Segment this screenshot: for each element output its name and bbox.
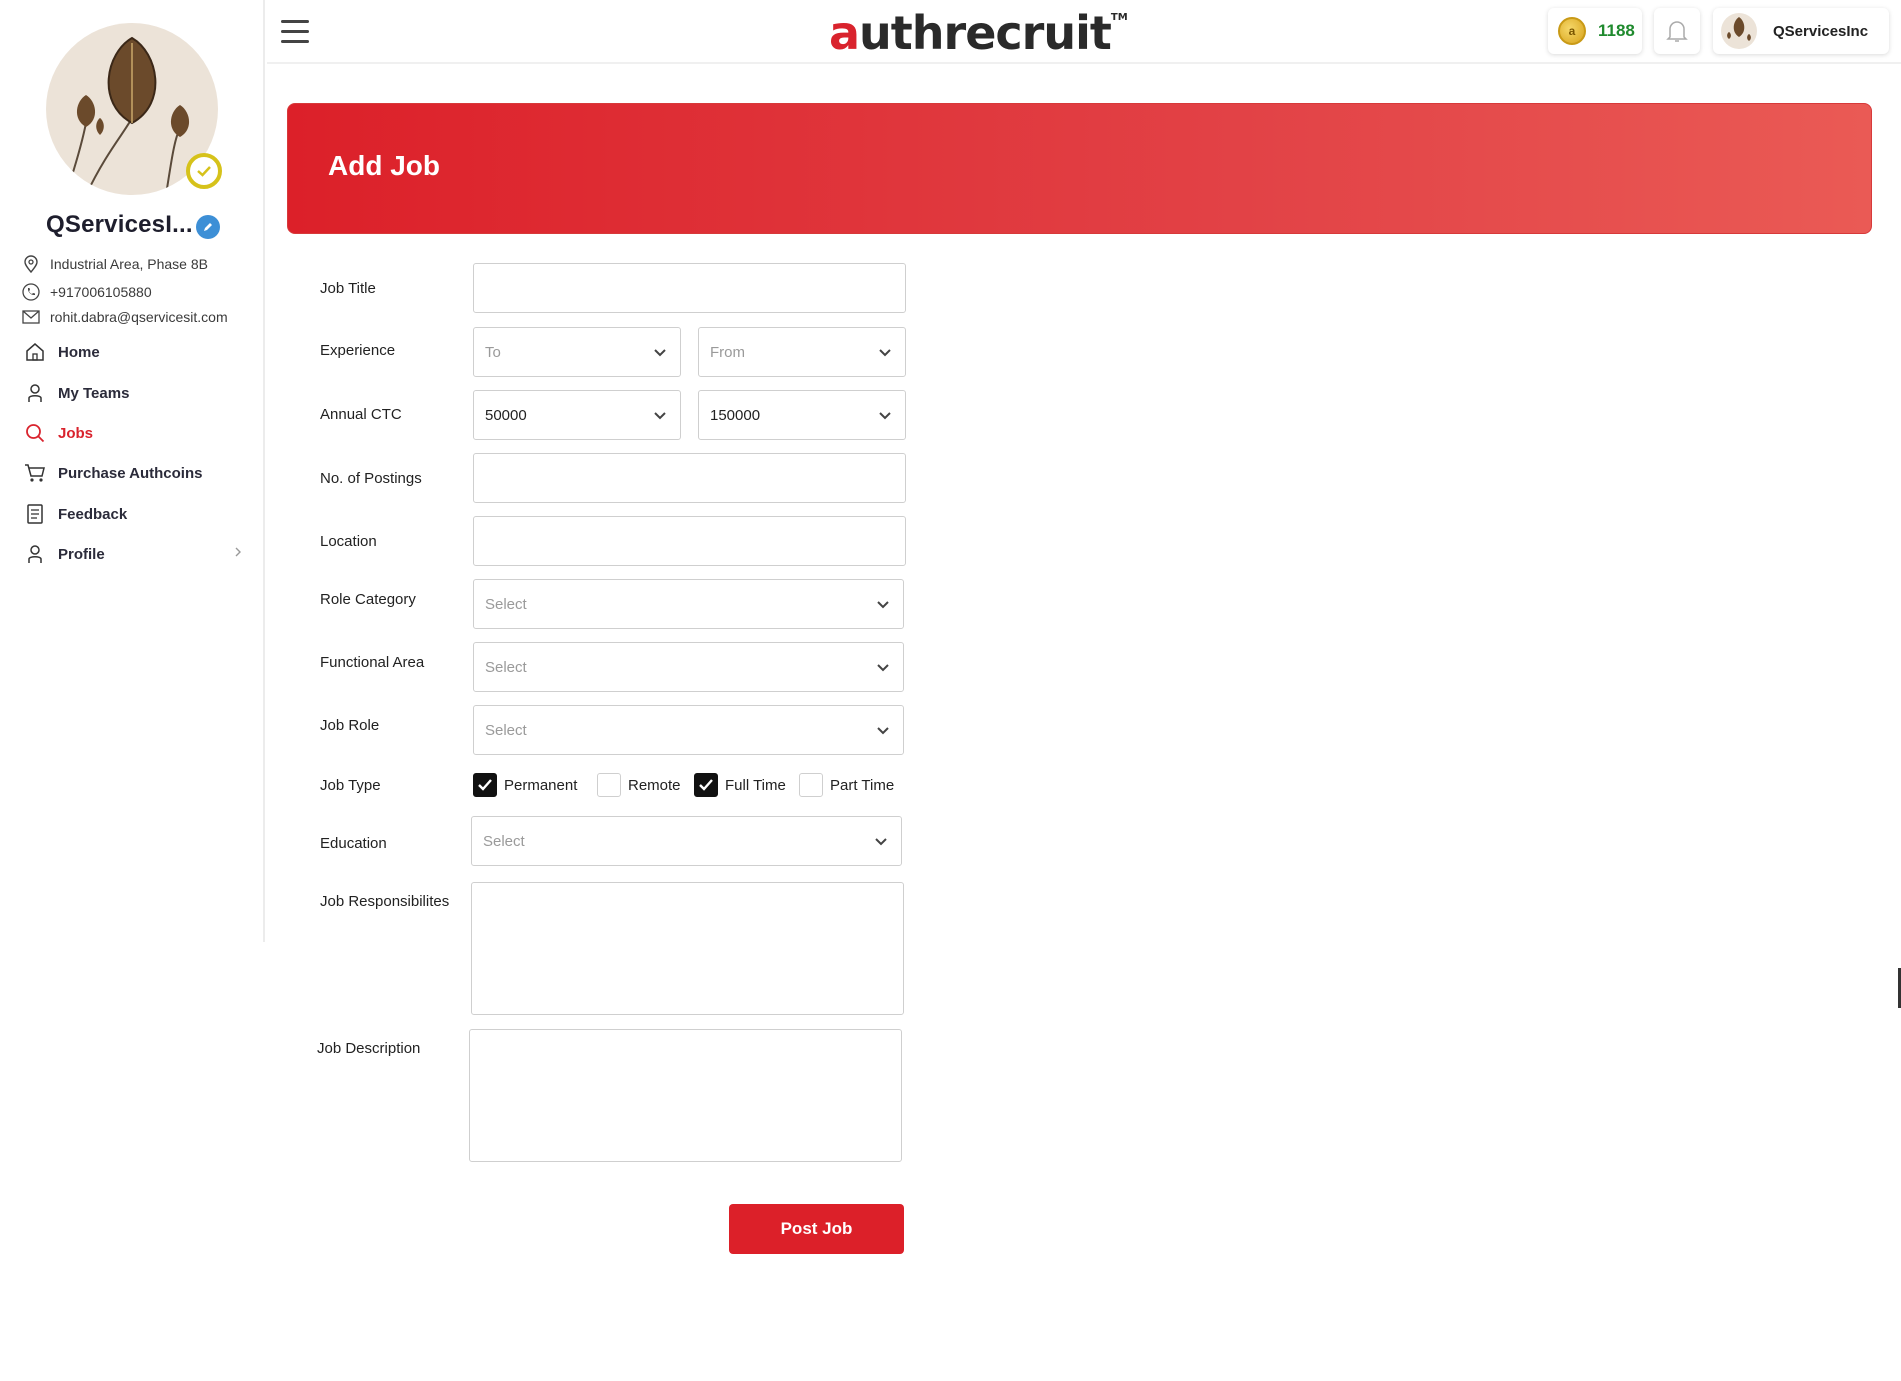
top-bar: authrecruitTM a 1188 QServicesInc — [267, 0, 1901, 64]
location-label: Location — [320, 533, 377, 550]
nav-home[interactable]: Home — [24, 341, 242, 363]
job-responsibilities-textarea[interactable] — [471, 882, 904, 1015]
experience-to-value: To — [485, 343, 501, 361]
experience-label: Experience — [320, 342, 396, 359]
role-category-value: Select — [485, 595, 527, 613]
education-value: Select — [483, 832, 525, 850]
nav-feedback-label: Feedback — [58, 505, 128, 523]
job-role-label: Job Role — [320, 717, 380, 734]
job-title-label: Job Title — [320, 280, 376, 297]
email-row: rohit.dabra@qservicesit.com — [21, 307, 228, 327]
user-icon — [24, 543, 46, 565]
ctc-min-value: 50000 — [485, 406, 527, 424]
ctc-min-select[interactable]: 50000 — [473, 390, 681, 440]
education-select[interactable]: Select — [471, 816, 902, 866]
remote-label: Remote — [628, 777, 681, 794]
page-title: Add Job — [328, 150, 440, 181]
mail-icon — [21, 307, 41, 327]
cart-icon — [24, 462, 46, 484]
phone-text: +917006105880 — [50, 284, 152, 300]
job-role-select[interactable]: Select — [473, 705, 904, 755]
functional-area-value: Select — [485, 658, 527, 676]
org-name: QServicesI... — [46, 211, 193, 238]
chevron-down-icon — [875, 838, 887, 846]
phone-row: +917006105880 — [21, 282, 152, 302]
nav-home-label: Home — [58, 343, 100, 361]
user-icon — [24, 382, 46, 404]
nav-profile-label: Profile — [58, 545, 105, 563]
location-input[interactable] — [473, 516, 906, 566]
education-label: Education — [320, 835, 387, 852]
chevron-right-icon — [234, 545, 242, 561]
experience-from-value: From — [710, 343, 745, 361]
email-text: rohit.dabra@qservicesit.com — [50, 309, 228, 325]
ctc-max-select[interactable]: 150000 — [698, 390, 906, 440]
chevron-down-icon — [879, 412, 891, 420]
checkmark-icon — [699, 779, 713, 791]
postings-input[interactable] — [473, 453, 906, 503]
authcoins-balance[interactable]: a 1188 — [1548, 8, 1642, 54]
chevron-down-icon — [654, 412, 666, 420]
address-row: Industrial Area, Phase 8B — [21, 254, 208, 274]
location-pin-icon — [21, 254, 41, 274]
role-category-select[interactable]: Select — [473, 579, 904, 629]
nav-purchase-authcoins[interactable]: Purchase Authcoins — [24, 462, 242, 484]
experience-from-select[interactable]: From — [698, 327, 906, 377]
chevron-down-icon — [877, 664, 889, 672]
job-description-textarea[interactable] — [469, 1029, 902, 1162]
nav-purchase-authcoins-label: Purchase Authcoins — [58, 464, 203, 482]
page-banner: Add Job — [287, 103, 1872, 234]
ctc-max-value: 150000 — [710, 406, 761, 424]
chevron-down-icon — [877, 601, 889, 609]
experience-to-select[interactable]: To — [473, 327, 681, 377]
permanent-checkbox[interactable] — [473, 773, 497, 797]
job-title-input[interactable] — [473, 263, 906, 313]
functional-area-select[interactable]: Select — [473, 642, 904, 692]
role-category-label: Role Category — [320, 591, 416, 608]
postings-label: No. of Postings — [320, 470, 422, 487]
nav-my-teams[interactable]: My Teams — [24, 382, 242, 404]
job-description-label: Job Description — [317, 1040, 421, 1057]
nav-profile[interactable]: Profile — [24, 543, 242, 565]
nav-jobs-label: Jobs — [58, 424, 94, 442]
functional-area-label: Functional Area — [320, 654, 425, 671]
coin-count: 1188 — [1598, 21, 1635, 40]
job-responsibilities-label: Job Responsibilites — [320, 893, 450, 910]
home-icon — [24, 341, 46, 363]
notifications-bell-icon[interactable] — [1654, 8, 1700, 54]
phone-icon — [21, 282, 41, 302]
chevron-down-icon — [654, 349, 666, 357]
profile-avatar[interactable] — [46, 23, 222, 195]
job-role-value: Select — [485, 721, 527, 739]
search-icon — [24, 422, 46, 444]
brand-logo[interactable]: authrecruitTM — [829, 6, 1128, 60]
job-type-label: Job Type — [320, 777, 381, 794]
document-icon — [24, 503, 46, 525]
chevron-down-icon — [879, 349, 891, 357]
coin-icon: a — [1558, 17, 1586, 45]
part-time-checkbox[interactable] — [799, 773, 823, 797]
menu-toggle-icon[interactable] — [281, 20, 309, 44]
full-time-checkbox[interactable] — [694, 773, 718, 797]
nav-jobs[interactable]: Jobs — [24, 422, 242, 444]
full-time-label: Full Time — [725, 777, 786, 794]
edit-profile-icon[interactable] — [196, 215, 220, 239]
user-menu[interactable]: QServicesInc — [1713, 8, 1889, 54]
remote-checkbox[interactable] — [597, 773, 621, 797]
post-job-button[interactable]: Post Job — [729, 1204, 904, 1254]
user-name: QServicesInc — [1773, 22, 1869, 40]
address-text: Industrial Area, Phase 8B — [50, 256, 208, 272]
nav-my-teams-label: My Teams — [58, 384, 130, 402]
chevron-down-icon — [877, 727, 889, 735]
annual-ctc-label: Annual CTC — [320, 406, 402, 423]
permanent-label: Permanent — [504, 777, 578, 794]
verified-badge-icon — [186, 153, 222, 189]
nav-feedback[interactable]: Feedback — [24, 503, 242, 525]
checkmark-icon — [478, 779, 492, 791]
user-avatar — [1721, 13, 1757, 49]
sidebar: QServicesI... Industrial Area, Phase 8B … — [0, 0, 265, 942]
part-time-label: Part Time — [830, 777, 895, 794]
